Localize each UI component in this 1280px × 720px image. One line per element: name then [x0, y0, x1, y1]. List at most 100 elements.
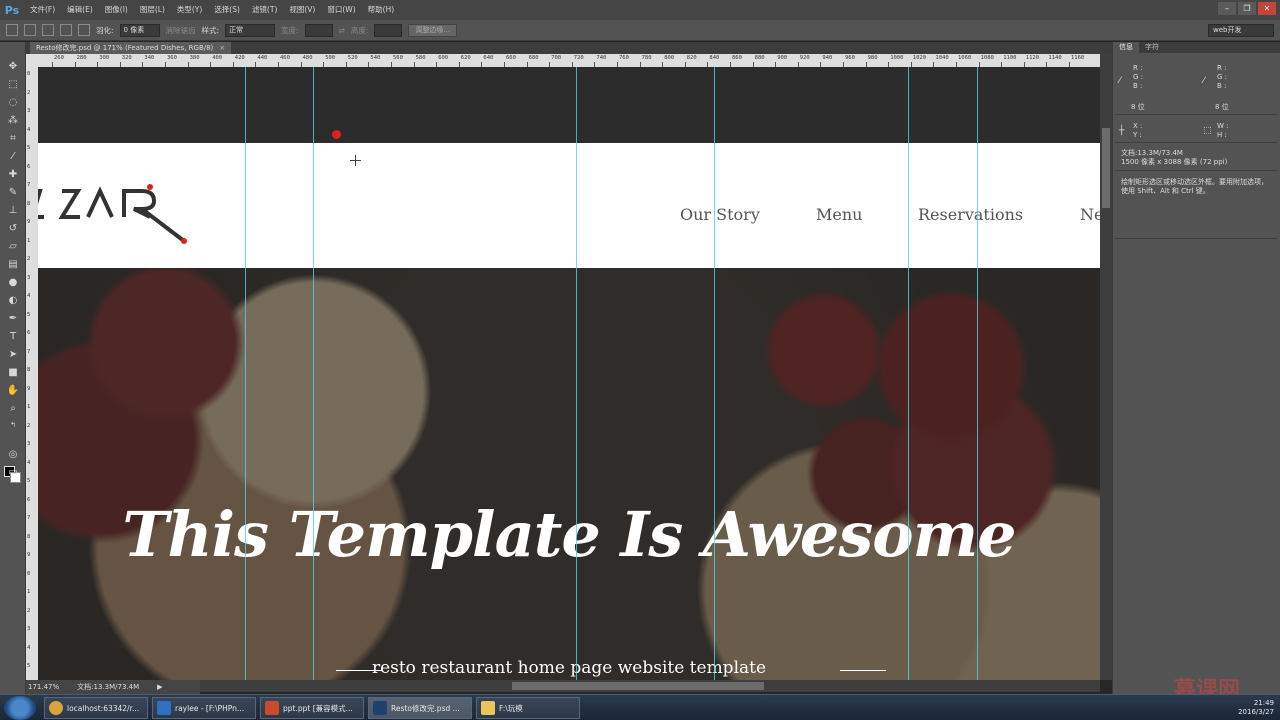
swap-colors-icon[interactable]: ↰	[6, 418, 20, 432]
move-tool-icon[interactable]: ✥	[6, 60, 20, 74]
menu-file[interactable]: 文件(F)	[24, 0, 61, 20]
horizontal-scroll-thumb[interactable]	[512, 682, 764, 690]
menu-window[interactable]: 窗口(W)	[321, 0, 361, 20]
screen-mode-icon[interactable]: ▭	[6, 466, 20, 480]
marquee-icon[interactable]: ⬚	[6, 78, 20, 92]
ruler-tick-label: 960	[845, 55, 855, 61]
nav-our-story[interactable]: Our Story	[680, 205, 760, 224]
chrome-icon	[49, 701, 63, 715]
ruler-tick-label: 920	[799, 55, 810, 61]
feather-input[interactable]: 0 像素	[119, 23, 160, 37]
menu-view[interactable]: 视图(V)	[283, 0, 321, 20]
quick-mask-icon[interactable]: ◎	[6, 448, 20, 462]
swap-icon[interactable]: ⇄	[339, 26, 345, 35]
gradient-icon[interactable]: ▤	[6, 258, 20, 272]
crop-icon[interactable]: ⌗	[6, 132, 20, 146]
zoom-level[interactable]: 171.47%	[28, 683, 59, 691]
subtract-selection-icon[interactable]	[60, 24, 72, 36]
restore-button[interactable]: ❐	[1238, 2, 1256, 15]
tab-info[interactable]: 信息	[1113, 42, 1139, 53]
vertical-scroll-thumb[interactable]	[1102, 128, 1110, 208]
ruler-origin[interactable]	[26, 54, 38, 67]
task-chrome[interactable]: localhost:63342/r...	[44, 697, 148, 719]
close-tab-icon[interactable]: ×	[219, 44, 225, 52]
ruler-tick-label: 500	[325, 55, 336, 61]
workspace-select[interactable]: web开发	[1208, 24, 1274, 37]
guide-line[interactable]	[245, 67, 246, 680]
task-webstorm[interactable]: raylee - [F:\PHPn...	[152, 697, 256, 719]
intersect-selection-icon[interactable]	[78, 24, 90, 36]
info-w: W :	[1217, 122, 1229, 130]
nav-menu[interactable]: Menu	[816, 205, 862, 224]
system-clock[interactable]: 21:49 2016/3/27	[1238, 699, 1274, 717]
menu-layer[interactable]: 图层(L)	[134, 0, 171, 20]
ruler-tick-label: 1	[27, 589, 31, 595]
nav-next-item[interactable]: Ne	[1080, 205, 1100, 224]
ruler-tick-label: 840	[709, 55, 720, 61]
vertical-scrollbar[interactable]	[1100, 54, 1112, 680]
start-button[interactable]	[4, 696, 36, 720]
lasso-icon[interactable]: ◌	[6, 96, 20, 110]
eyedropper-icon[interactable]: ⁄	[6, 150, 20, 164]
minimize-button[interactable]: –	[1218, 2, 1236, 15]
ruler-tick-label: 1120	[1025, 55, 1040, 61]
ruler-tick-label: 5	[27, 311, 31, 318]
status-arrow-icon[interactable]: ▶	[157, 683, 162, 691]
hand-icon[interactable]: ✋	[6, 384, 20, 398]
style-select[interactable]: 正常	[225, 23, 276, 37]
ruler-tick-label: 1020	[912, 55, 927, 61]
menu-help[interactable]: 帮助(H)	[362, 0, 401, 20]
ruler-tick-label: 320	[121, 55, 132, 61]
status-bar: 171.47% 文档:13.3M/73.4M ▶	[26, 680, 200, 694]
height-input[interactable]	[374, 23, 403, 37]
site-logo	[38, 184, 187, 244]
menu-type[interactable]: 类型(Y)	[171, 0, 208, 20]
document-canvas[interactable]: Our Story Menu Reservations Ne This Temp…	[38, 67, 1100, 680]
width-input[interactable]	[304, 23, 333, 37]
menu-edit[interactable]: 编辑(E)	[61, 0, 99, 20]
ruler-tick-label: 1	[27, 404, 31, 410]
menu-image[interactable]: 图像(I)	[99, 0, 134, 20]
document-tab[interactable]: Resto修改完.psd @ 171% (Featured Dishes, RG…	[30, 42, 232, 54]
shape-icon[interactable]: ■	[6, 366, 20, 380]
close-button[interactable]: ✕	[1258, 2, 1276, 15]
horizontal-ruler[interactable]: 260 280 300 320 340 360 380 400 420 440 460 480 500 5…	[38, 54, 1100, 67]
task-explorer[interactable]: F:\玩模	[476, 697, 580, 719]
new-selection-icon[interactable]	[24, 24, 36, 36]
dodge-icon[interactable]: ◐	[6, 294, 20, 308]
horizontal-scrollbar[interactable]	[200, 680, 1100, 692]
menu-filter[interactable]: 滤镜(T)	[246, 0, 283, 20]
marquee-tool-icon[interactable]	[6, 24, 18, 36]
refine-edge-button[interactable]: 调整边缘...	[408, 23, 458, 37]
magic-wand-icon[interactable]: ⁂	[6, 114, 20, 128]
menu-select[interactable]: 选择(S)	[208, 0, 246, 20]
add-selection-icon[interactable]	[42, 24, 54, 36]
task-photoshop[interactable]: Resto修改完.psd ...	[368, 697, 472, 719]
guide-line[interactable]	[908, 67, 909, 680]
panel-divider	[1115, 238, 1277, 239]
history-brush-icon[interactable]: ↺	[6, 222, 20, 236]
pen-icon[interactable]: ✒	[6, 312, 20, 326]
task-powerpoint[interactable]: ppt.ppt [兼容模式...	[260, 697, 364, 719]
vertical-ruler[interactable]: 0 2 3 4 5 6 7 8 9 1 2 3 4 5 6 7 8 9 1 2 3 4 5 6 7 8 9 0 1 2 3 4 5	[26, 67, 38, 680]
ruler-tick-label: 3	[27, 441, 31, 447]
ruler-tick-label: 5	[27, 145, 31, 151]
ruler-tick-label: 7	[27, 348, 31, 355]
guide-line[interactable]	[313, 67, 314, 680]
guide-line[interactable]	[576, 67, 577, 680]
info-y: Y :	[1133, 131, 1142, 139]
stamp-icon[interactable]: ⊥	[6, 204, 20, 218]
antialias-checkbox[interactable]: 消除锯齿	[166, 25, 196, 36]
healing-brush-icon[interactable]: ✚	[6, 168, 20, 182]
guide-line[interactable]	[977, 67, 978, 680]
zoom-icon[interactable]: ⌕	[6, 402, 20, 416]
brush-icon[interactable]: ✎	[6, 186, 20, 200]
path-select-icon[interactable]: ➤	[6, 348, 20, 362]
tab-character[interactable]: 字符	[1139, 42, 1165, 53]
blur-icon[interactable]: ●	[6, 276, 20, 290]
hero-rule-right	[840, 670, 886, 671]
type-icon[interactable]: T	[6, 330, 20, 344]
guide-line[interactable]	[714, 67, 715, 680]
nav-reservations[interactable]: Reservations	[918, 205, 1023, 224]
eraser-icon[interactable]: ▱	[6, 240, 20, 254]
